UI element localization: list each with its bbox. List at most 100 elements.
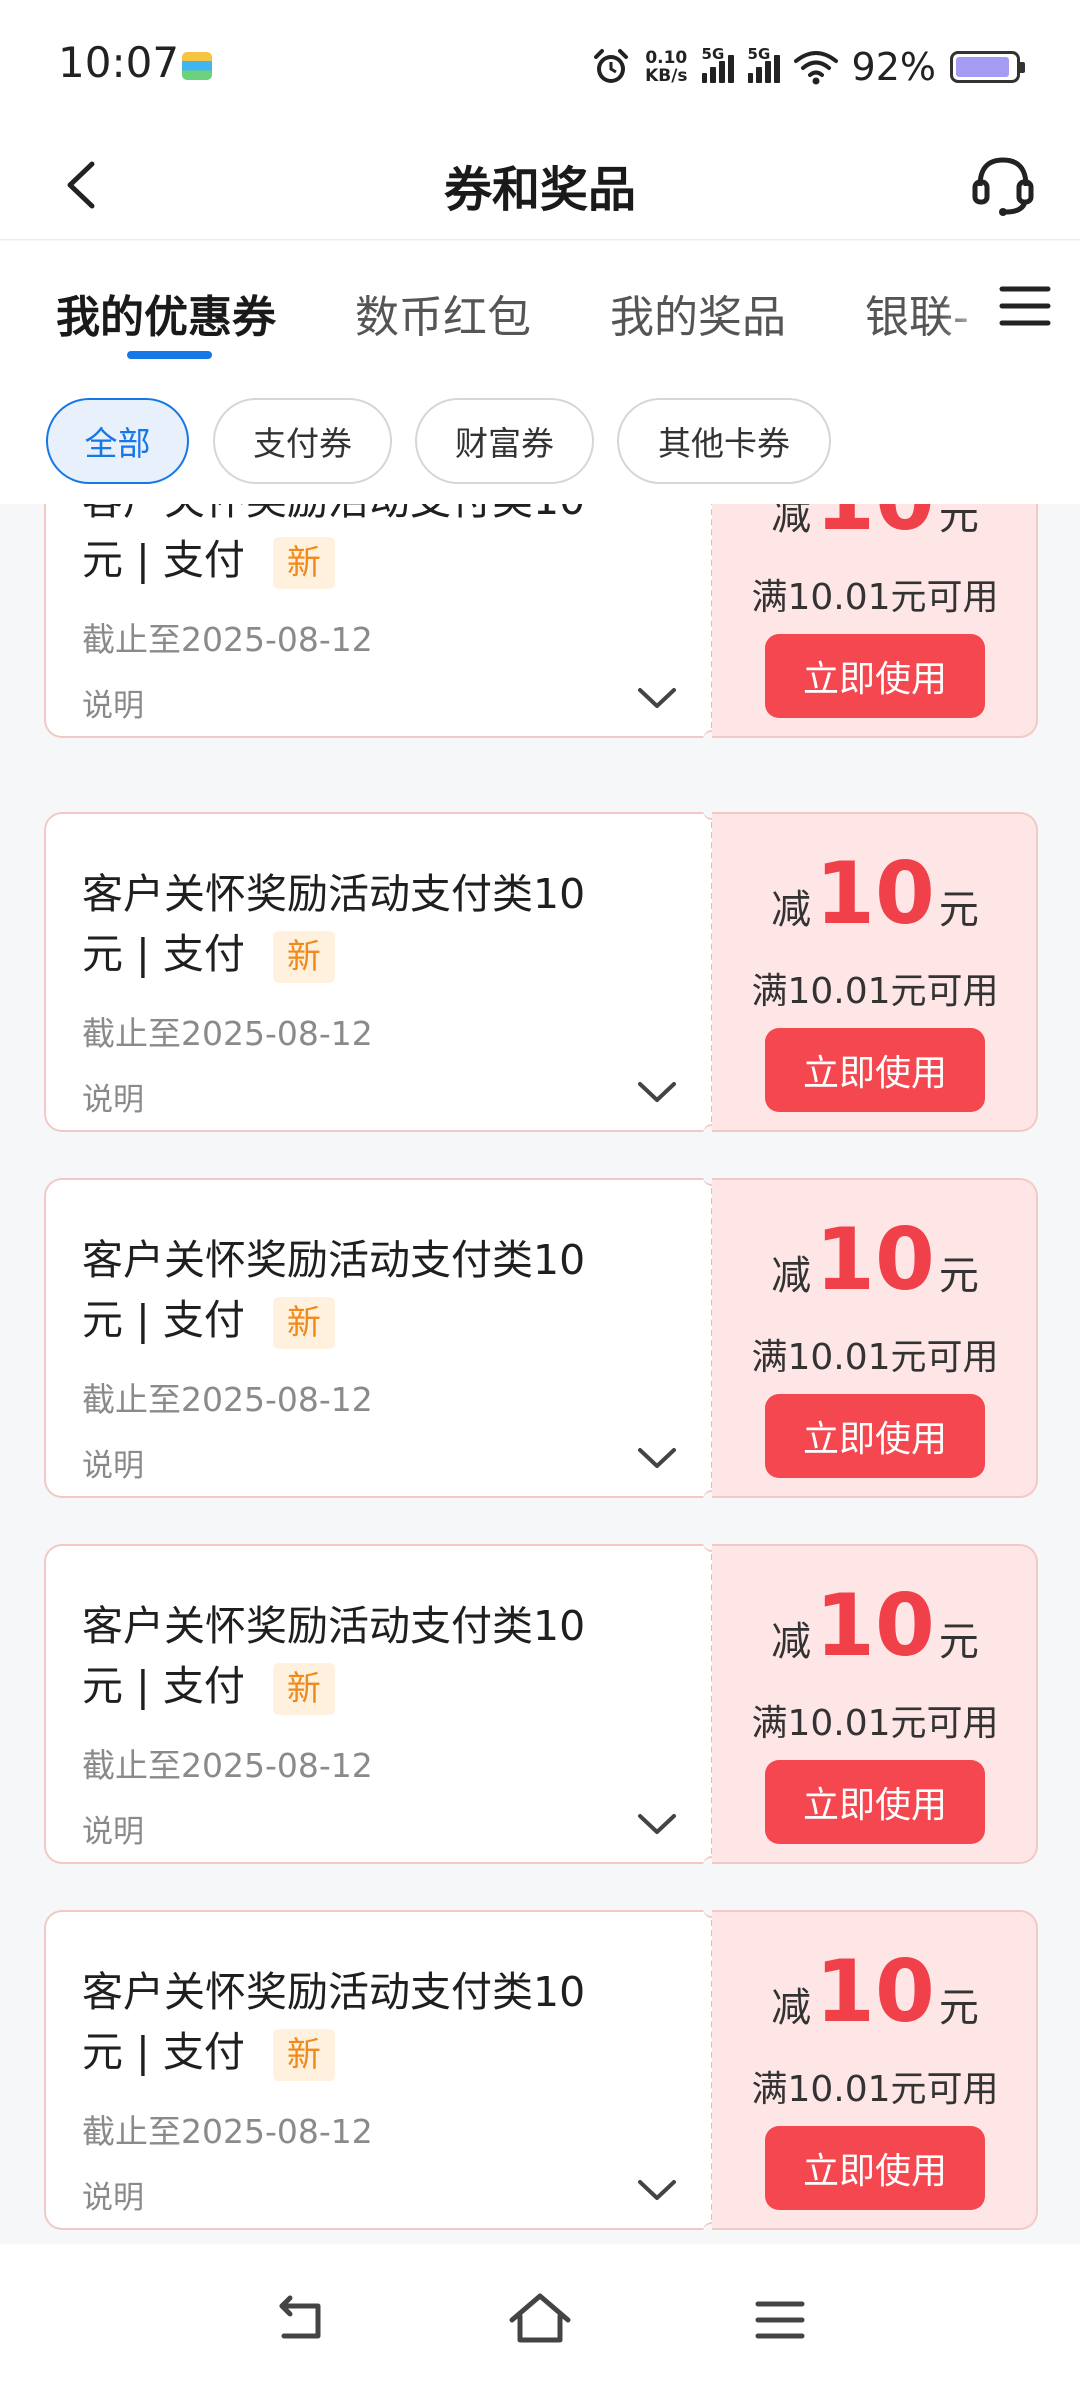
coupon-title-line2-row: 元 | 支付新	[82, 530, 682, 590]
coupon-condition: 满10.01元可用	[751, 1337, 999, 1378]
coupon-card: 客户关怀奖励活动支付类10 元 | 支付新 截止至2025-08-12 说明 减…	[44, 1168, 1038, 1508]
customer-service-button[interactable]	[966, 148, 1040, 222]
coupon-title-line2-row: 元 | 支付新	[82, 1656, 682, 1716]
coupon-title: 客户关怀奖励活动支付类10 元 | 支付新	[82, 864, 682, 984]
new-badge: 新	[272, 1663, 335, 1715]
category-tabs: 我的优惠券 数币红包 我的奖品 银联-	[0, 241, 1080, 376]
use-now-button[interactable]: 立即使用	[765, 1760, 985, 1844]
chevron-down-icon[interactable]	[634, 1076, 680, 1106]
nav-home-button[interactable]	[500, 2280, 580, 2360]
use-now-button[interactable]: 立即使用	[765, 634, 985, 718]
coupon-description-toggle[interactable]: 说明	[82, 680, 144, 725]
app-header: 券和奖品	[0, 130, 1080, 240]
coupon-title-line1: 客户关怀奖励活动支付类10	[82, 1236, 586, 1284]
coupon-value-panel: 减10元 满10.01元可用 立即使用	[712, 504, 1038, 738]
coupon-condition: 满10.01元可用	[751, 971, 999, 1012]
coupon-title-line2-row: 元 | 支付新	[82, 1290, 682, 1350]
filter-wealth-coupons[interactable]: 财富券	[415, 398, 594, 484]
status-time: 10:07	[58, 38, 180, 87]
coupon-description-toggle[interactable]: 说明	[82, 1440, 144, 1485]
amount-unit: 元	[938, 887, 979, 933]
tab-digital-red-packets[interactable]: 数币红包	[355, 281, 531, 345]
coupon-condition: 满10.01元可用	[751, 2069, 999, 2110]
page-title: 券和奖品	[443, 162, 636, 218]
signal-1-label: 5G	[701, 45, 725, 63]
filter-payment-coupons[interactable]: 支付券	[213, 398, 392, 484]
filter-other-cards[interactable]: 其他卡券	[617, 398, 831, 484]
amount-prefix: 减	[771, 887, 812, 933]
coupon-title-line2: 元 | 支付	[82, 2028, 245, 2076]
tab-my-coupons[interactable]: 我的优惠券	[56, 281, 276, 345]
coupon-title-line2: 元 | 支付	[82, 930, 245, 978]
coupon-title-line2-row: 元 | 支付新	[82, 924, 682, 984]
coupon-title: 客户关怀奖励活动支付类10 元 | 支付新	[82, 1230, 682, 1350]
filter-chips: 全部 支付券 财富券 其他卡券	[0, 376, 1080, 504]
coupon-title-line1: 客户关怀奖励活动支付类10	[82, 1968, 586, 2016]
battery-percent: 92%	[851, 45, 936, 89]
network-speed-value: 0.10	[645, 48, 688, 68]
use-now-button[interactable]: 立即使用	[765, 1394, 985, 1478]
nav-back-button[interactable]	[260, 2280, 340, 2360]
coupon-title: 客户关怀奖励活动支付类10 元 | 支付新	[82, 1596, 682, 1716]
amount-value: 10	[815, 1576, 935, 1676]
filter-all[interactable]: 全部	[46, 398, 189, 484]
signal-icon-1: 5G	[701, 45, 734, 83]
coupon-description-toggle[interactable]: 说明	[82, 1074, 144, 1119]
chevron-down-icon[interactable]	[634, 2174, 680, 2204]
coupon-info: 客户关怀奖励活动支付类10 元 | 支付新 截止至2025-08-12 说明	[44, 1910, 712, 2230]
coupon-title-line1: 客户关怀奖励活动支付类10	[82, 870, 586, 918]
coupon-amount: 减10元	[712, 844, 1038, 944]
coupon-condition: 满10.01元可用	[751, 577, 999, 618]
amount-prefix: 减	[771, 1253, 812, 1299]
coupon-condition: 满10.01元可用	[751, 1703, 999, 1744]
chevron-down-icon[interactable]	[634, 1808, 680, 1838]
coupon-card: 客户关怀奖励活动支付类10 元 | 支付新 截止至2025-08-12 说明 减…	[44, 504, 1038, 748]
system-navigation-bar	[0, 2244, 1080, 2400]
amount-value: 10	[815, 844, 935, 944]
chevron-down-icon[interactable]	[634, 682, 680, 712]
amount-prefix: 减	[771, 504, 812, 539]
chevron-down-icon[interactable]	[634, 1442, 680, 1472]
coupon-title-line1: 客户关怀奖励活动支付类10	[82, 1602, 586, 1650]
nav-menu-button[interactable]	[740, 2280, 820, 2360]
coupon-title-line2: 元 | 支付	[82, 536, 245, 584]
signal-icon-2: 5G	[747, 45, 780, 83]
coupon-card: 客户关怀奖励活动支付类10 元 | 支付新 截止至2025-08-12 说明 减…	[44, 802, 1038, 1142]
alarm-icon	[594, 49, 629, 83]
amount-prefix: 减	[771, 1985, 812, 2031]
coupon-info: 客户关怀奖励活动支付类10 元 | 支付新 截止至2025-08-12 说明	[44, 812, 712, 1132]
coupon-expiry: 截止至2025-08-12	[82, 2112, 373, 2151]
new-badge: 新	[272, 537, 335, 589]
active-tab-indicator	[127, 351, 212, 359]
network-speed-unit: KB/s	[645, 66, 688, 86]
coupon-title: 客户关怀奖励活动支付类10 元 | 支付新	[82, 504, 682, 590]
coupon-description-toggle[interactable]: 说明	[82, 1806, 144, 1851]
coupon-info: 客户关怀奖励活动支付类10 元 | 支付新 截止至2025-08-12 说明	[44, 1544, 712, 1864]
list-menu-icon	[999, 286, 1051, 326]
coupon-title: 客户关怀奖励活动支付类10 元 | 支付新	[82, 1962, 682, 2082]
home-icon	[509, 2293, 571, 2343]
amount-value: 10	[815, 1942, 935, 2042]
use-now-button[interactable]: 立即使用	[765, 1028, 985, 1112]
coupon-expiry: 截止至2025-08-12	[82, 1746, 373, 1785]
amount-unit: 元	[938, 1253, 979, 1299]
coupon-value-panel: 减10元 满10.01元可用 立即使用	[712, 1544, 1038, 1864]
status-bar: 10:07 0.10 KB/s 5G 5G 92%	[0, 0, 1080, 130]
coupon-info: 客户关怀奖励活动支付类10 元 | 支付新 截止至2025-08-12 说明	[44, 1178, 712, 1498]
amount-prefix: 减	[771, 1619, 812, 1665]
coupon-title-line2: 元 | 支付	[82, 1662, 245, 1710]
tabs-menu-button[interactable]	[990, 271, 1060, 341]
coupon-title-line1: 客户关怀奖励活动支付类10	[82, 504, 682, 530]
coupon-title-line2-row: 元 | 支付新	[82, 2022, 682, 2082]
status-icons: 0.10 KB/s 5G 5G 92%	[591, 42, 1025, 92]
amount-unit: 元	[938, 504, 979, 539]
menu-icon	[755, 2301, 805, 2339]
use-now-button[interactable]: 立即使用	[765, 2126, 985, 2210]
coupon-info: 客户关怀奖励活动支付类10 元 | 支付新 截止至2025-08-12 说明	[44, 504, 712, 738]
coupon-description-toggle[interactable]: 说明	[82, 2172, 144, 2217]
tab-my-prizes[interactable]: 我的奖品	[610, 281, 786, 345]
coupon-card: 客户关怀奖励活动支付类10 元 | 支付新 截止至2025-08-12 说明 减…	[44, 1534, 1038, 1874]
coupon-card: 客户关怀奖励活动支付类10 元 | 支付新 截止至2025-08-12 说明 减…	[44, 1900, 1038, 2240]
network-speed: 0.10 KB/s	[645, 49, 687, 85]
coupon-list: 客户关怀奖励活动支付类10 元 | 支付新 截止至2025-08-12 说明 减…	[0, 504, 1080, 2244]
